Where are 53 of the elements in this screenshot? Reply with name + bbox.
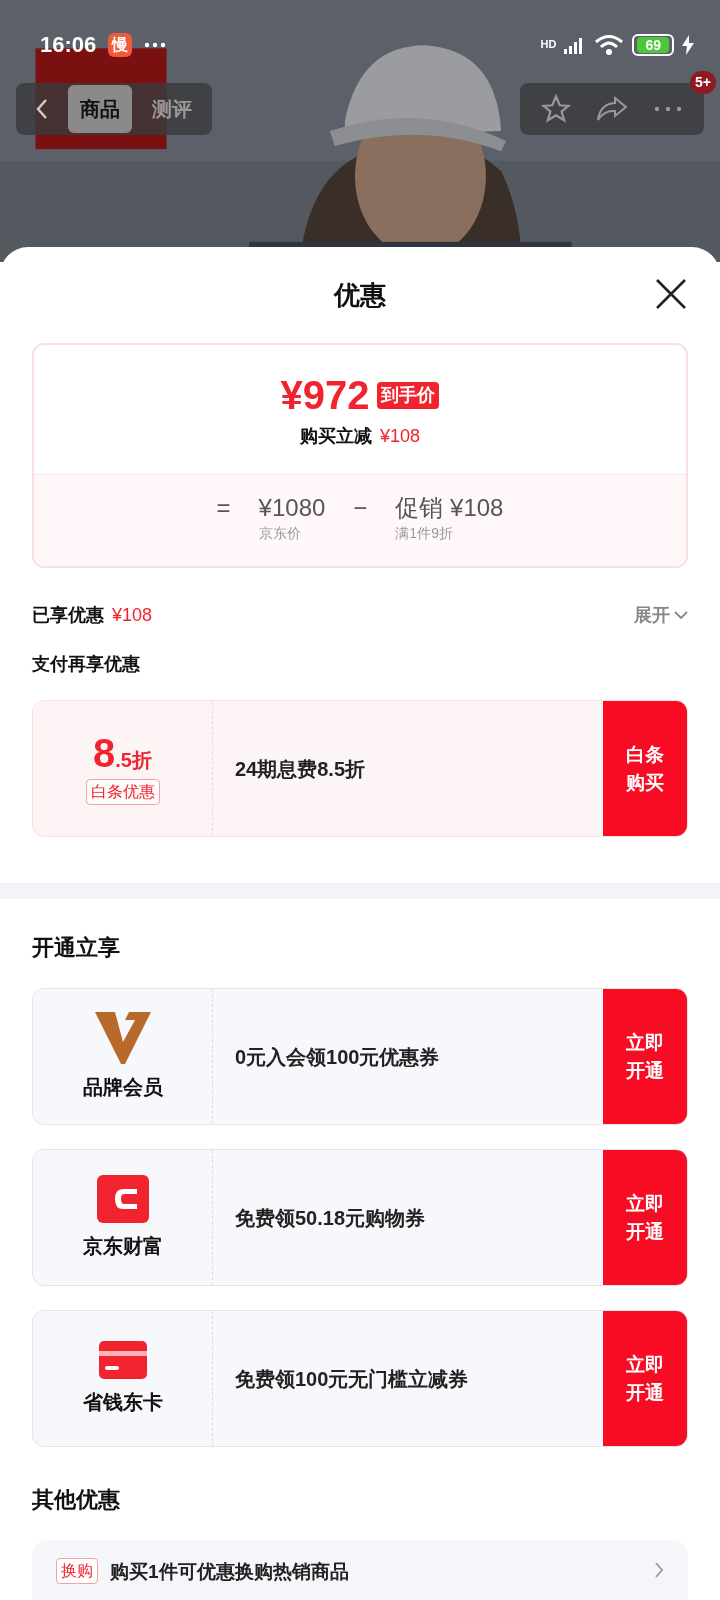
nav-tab[interactable]: 商品	[68, 85, 132, 133]
section-title: 支付再享优惠	[32, 654, 140, 674]
nav-tab[interactable]: 测评	[132, 85, 212, 133]
network-label: HD	[540, 37, 557, 53]
exchange-offer-row[interactable]: 换购 购买1件可优惠换购热销商品	[32, 1540, 688, 1600]
base-price: ¥1080	[258, 493, 326, 523]
activate-button[interactable]: 立即开通	[603, 1311, 687, 1446]
activate-button[interactable]: 立即开通	[603, 1150, 687, 1285]
offer-text: 免费领100元无门槛立减券	[235, 1366, 469, 1392]
wifi-icon	[594, 33, 625, 56]
chevron-right-icon	[654, 1562, 664, 1578]
promo-price: 促销 ¥108	[395, 493, 504, 523]
equals-sign: =	[216, 493, 231, 523]
back-icon	[36, 98, 48, 120]
reduce-amount: ¥108	[379, 425, 420, 448]
section-title: 其他优惠	[32, 1487, 120, 1512]
exchange-tag: 换购	[56, 1558, 98, 1584]
promo-label: 满1件9折	[395, 524, 454, 543]
offer-text: 24期息费8.5折	[235, 756, 366, 782]
offer-text: 0元入会领100元优惠券	[235, 1044, 440, 1070]
baitiao-buy-button[interactable]: 白条购买	[603, 701, 687, 836]
share-arrow-icon	[596, 96, 628, 122]
enjoyed-label: 已享优惠	[32, 604, 104, 627]
more-icon	[654, 106, 682, 112]
charging-icon	[682, 34, 694, 55]
section-title: 开通立享	[32, 935, 120, 960]
offer-name: 省钱东卡	[82, 1389, 163, 1415]
discount-value: 8.5折	[93, 732, 152, 775]
expand-button[interactable]: 展开	[634, 602, 688, 629]
reduce-label: 购买立减	[299, 425, 372, 448]
notification-badge: 5+	[690, 71, 716, 94]
wallet-icon	[96, 1174, 149, 1223]
card-icon	[98, 1340, 147, 1379]
offer-name: 品牌会员	[82, 1074, 163, 1100]
base-price-label: 京东价	[258, 524, 302, 543]
chevron-down-icon	[674, 611, 688, 620]
status-time: 16:06	[40, 31, 97, 59]
close-icon	[655, 278, 687, 310]
battery-indicator: 69	[632, 33, 674, 56]
minus-sign: −	[353, 493, 368, 523]
final-price: ¥972	[280, 375, 370, 415]
offer-tag: 白条优惠	[85, 778, 160, 805]
exchange-text: 购买1件可优惠换购热销商品	[110, 1560, 350, 1584]
enjoyed-amount: ¥108	[112, 604, 153, 627]
app-badge: 慢	[108, 32, 133, 57]
final-price-tag: 到手价	[377, 381, 440, 409]
offer-text: 免费领50.18元购物券	[235, 1205, 426, 1231]
brand-v-logo-icon	[94, 1011, 151, 1064]
sheet-title: 优惠	[334, 278, 386, 312]
activate-button[interactable]: 立即开通	[603, 989, 687, 1124]
star-icon	[541, 94, 571, 124]
more-dots-icon	[144, 41, 167, 48]
offer-name: 京东财富	[82, 1233, 163, 1259]
